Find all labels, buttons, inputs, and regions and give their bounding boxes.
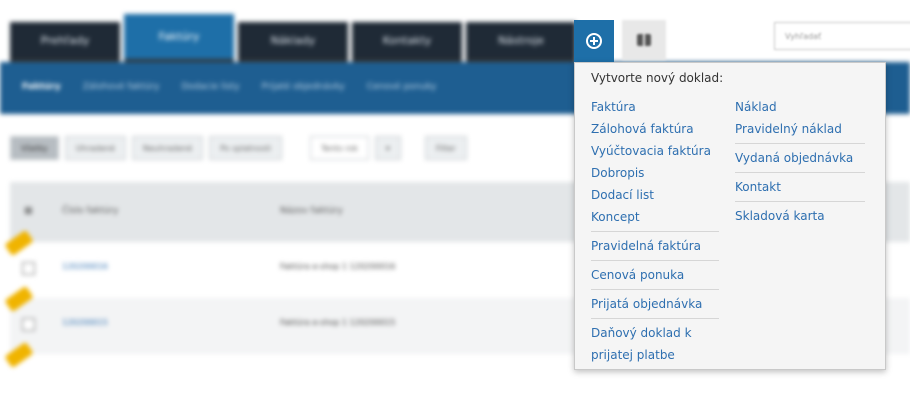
filter-bar: Všetky Uhradené Neuhradené Po splatnosti…	[10, 136, 467, 160]
menu-divider	[735, 143, 865, 144]
menu-item-koncept[interactable]: Koncept	[591, 206, 719, 228]
menu-item-faktura[interactable]: Faktúra	[591, 96, 719, 118]
menu-item-pravidelny-naklad[interactable]: Pravidelný náklad	[735, 118, 865, 140]
plus-circle-icon	[586, 33, 602, 49]
tab-nastroje[interactable]: Nástroje	[466, 22, 576, 62]
menu-item-pravidelna-faktura[interactable]: Pravidelná faktúra	[591, 235, 719, 257]
menu-item-dodaci-list[interactable]: Dodací list	[591, 184, 719, 206]
select-all-icon[interactable]: ▦	[24, 206, 33, 216]
filter-uhradene[interactable]: Uhradené	[64, 136, 126, 160]
new-document-button[interactable]	[574, 20, 614, 62]
menu-item-skladova-karta[interactable]: Skladová karta	[735, 205, 865, 227]
invoice-number-link[interactable]: 120200016	[62, 262, 108, 271]
tab-prehlady[interactable]: Prehľady	[10, 22, 120, 62]
invoice-name: Faktúra e-shop 1 120200015	[280, 318, 396, 327]
menu-divider	[735, 172, 865, 173]
new-document-menu: Vytvorte nový doklad: Faktúra Zálohová f…	[574, 62, 886, 370]
filter-neuhradene[interactable]: Neuhradené	[131, 136, 204, 160]
header-invoice-number[interactable]: Číslo faktúry	[62, 206, 119, 216]
row-checkbox[interactable]	[22, 318, 35, 331]
menu-item-vyuctovacia-faktura[interactable]: Vyúčtovacia faktúra	[591, 140, 719, 162]
gift-button[interactable]	[622, 20, 666, 60]
subnav-prijate-objednavky[interactable]: Prijaté objednávky	[262, 82, 345, 92]
menu-item-dobropis[interactable]: Dobropis	[591, 162, 719, 184]
subnav-faktury[interactable]: Faktúry	[22, 82, 61, 92]
menu-divider	[591, 231, 719, 232]
menu-left-column: Faktúra Zálohová faktúra Vyúčtovacia fak…	[591, 96, 719, 366]
main-tabs: Prehľady Faktúry Náklady Kontakty Nástro…	[10, 14, 580, 62]
menu-item-naklad[interactable]: Náklad	[735, 96, 865, 118]
period-select[interactable]: Tento rok	[310, 136, 369, 160]
filter-vsetky[interactable]: Všetky	[10, 136, 59, 160]
subnav-cenove-ponuky[interactable]: Cenové ponuky	[367, 82, 437, 92]
tab-kontakty[interactable]: Kontakty	[352, 22, 462, 62]
invoice-name: Faktúra e-shop 1 120200016	[280, 262, 396, 271]
filter-po-splatnosti[interactable]: Po splatnosti	[209, 136, 283, 160]
menu-title: Vytvorte nový doklad:	[591, 71, 724, 85]
menu-divider	[591, 289, 719, 290]
row-checkbox[interactable]	[22, 262, 35, 275]
menu-item-kontakt[interactable]: Kontakt	[735, 176, 865, 198]
subnav-zalohove-faktury[interactable]: Zálohové faktúry	[83, 82, 160, 92]
menu-divider	[591, 318, 719, 319]
menu-item-vydana-objednavka[interactable]: Vydaná objednávka	[735, 147, 865, 169]
filter-button[interactable]: Filter	[424, 136, 467, 160]
tab-faktury[interactable]: Faktúry	[124, 14, 234, 62]
menu-divider	[591, 260, 719, 261]
menu-divider	[735, 201, 865, 202]
menu-item-cenova-ponuka[interactable]: Cenová ponuka	[591, 264, 719, 286]
header-invoice-name[interactable]: Názov faktúry	[280, 206, 343, 216]
menu-item-prijata-objednavka[interactable]: Prijatá objednávka	[591, 293, 719, 315]
tab-naklady[interactable]: Náklady	[238, 22, 348, 62]
menu-right-column: Náklad Pravidelný náklad Vydaná objednáv…	[735, 96, 865, 227]
gift-icon	[637, 34, 651, 46]
invoice-number-link[interactable]: 120200015	[62, 318, 108, 327]
menu-item-danovy-doklad[interactable]: Daňový doklad k prijatej platbe	[591, 322, 719, 366]
menu-item-zalohova-faktura[interactable]: Zálohová faktúra	[591, 118, 719, 140]
subnav-dodacie-listy[interactable]: Dodacie listy	[181, 82, 239, 92]
search-input[interactable]: Vyhľadať	[774, 22, 910, 50]
period-dropdown-button[interactable]: ▾	[374, 136, 401, 160]
